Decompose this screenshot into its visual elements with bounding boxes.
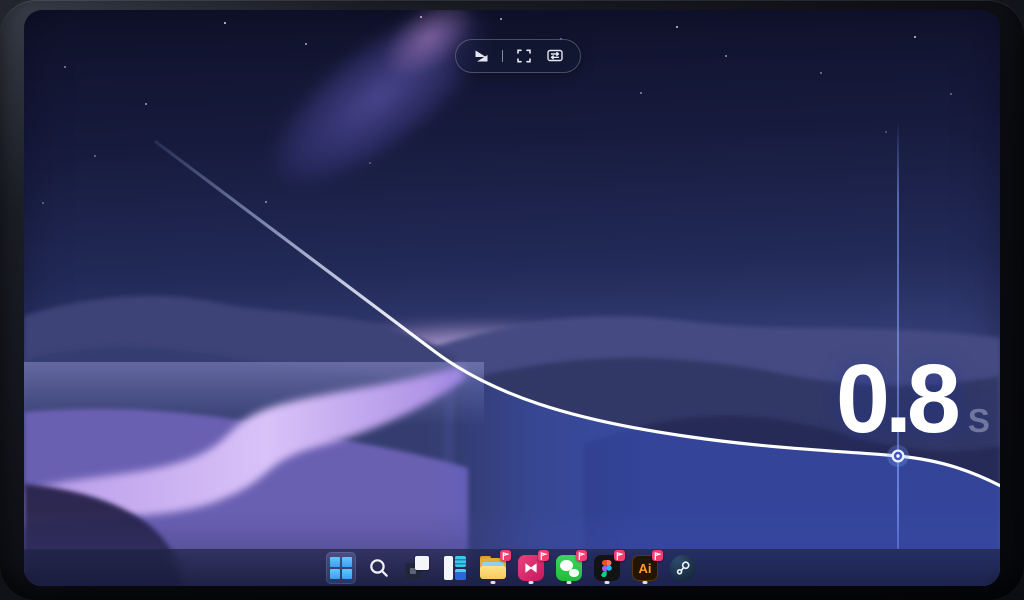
transition-settings-icon	[546, 48, 564, 64]
panels-icon	[443, 556, 467, 580]
wechat-button[interactable]	[554, 552, 584, 584]
frame-capture-icon	[516, 48, 532, 64]
overlapping-squares-icon	[405, 556, 429, 580]
running-indicator	[529, 581, 534, 584]
running-indicator	[605, 581, 610, 584]
windows-logo-icon	[330, 557, 352, 579]
notification-badge	[500, 550, 511, 561]
duration-readout: 0.8 S	[836, 356, 991, 442]
overlap-squares-button[interactable]	[402, 552, 432, 584]
desktop-screen: 0.8 S	[24, 10, 1000, 586]
transition-settings-button[interactable]	[545, 46, 565, 66]
duration-unit: S	[968, 402, 991, 440]
taskbar: Ai	[24, 549, 1000, 586]
search-icon	[368, 557, 390, 579]
steam-logo-icon	[670, 555, 696, 581]
running-indicator	[643, 581, 648, 584]
notification-badge	[614, 550, 625, 561]
notification-badge	[538, 550, 549, 561]
figma-button[interactable]	[592, 552, 622, 584]
brand-play-icon	[473, 48, 490, 64]
notification-badge	[576, 550, 587, 561]
floating-toolbar	[455, 39, 581, 73]
illustrator-button[interactable]: Ai	[630, 552, 660, 584]
brand-play-button[interactable]	[471, 46, 491, 66]
panels-button[interactable]	[440, 552, 470, 584]
easing-curve-overlay	[24, 10, 1000, 586]
laptop-device: 0.8 S	[0, 0, 1024, 600]
toolbar-divider	[502, 50, 503, 62]
duration-value: 0.8	[836, 356, 956, 442]
illustrator-glyph: Ai	[639, 562, 652, 575]
running-indicator	[567, 581, 572, 584]
file-explorer-button[interactable]	[478, 552, 508, 584]
video-editor-button[interactable]	[516, 552, 546, 584]
frame-capture-button[interactable]	[514, 46, 534, 66]
notification-badge	[652, 550, 663, 561]
steam-button[interactable]	[668, 552, 698, 584]
start-button[interactable]	[326, 552, 356, 584]
running-indicator	[491, 581, 496, 584]
search-button[interactable]	[364, 552, 394, 584]
